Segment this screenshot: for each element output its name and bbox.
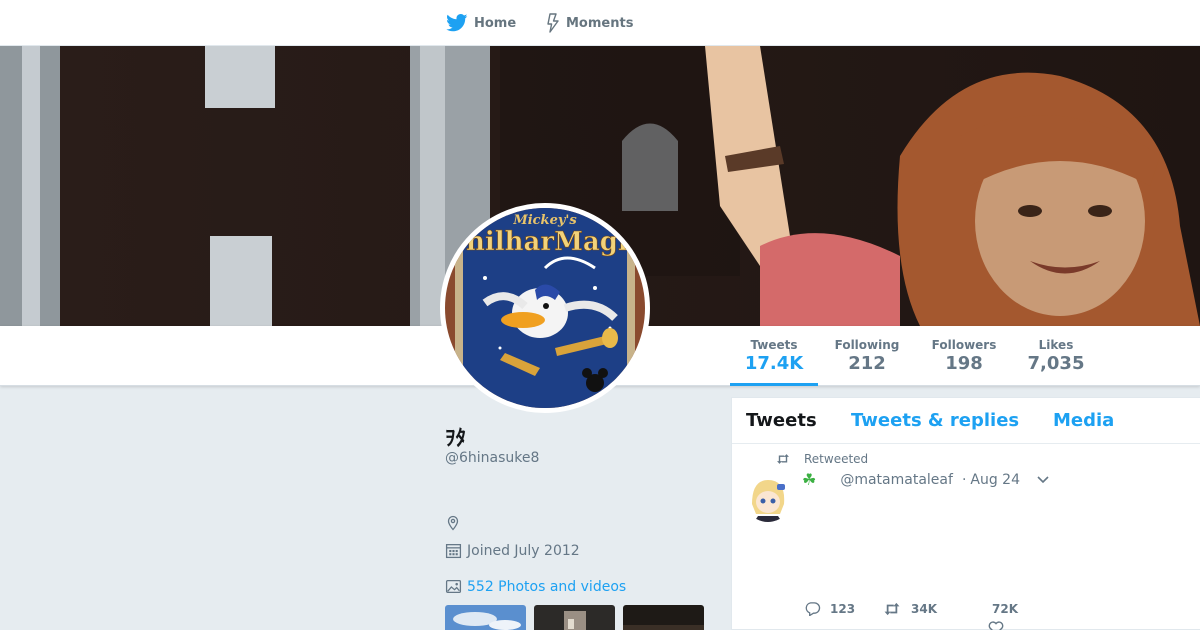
avatar-image: Mickey's PhilharMagic [445, 208, 645, 408]
stat-likes[interactable]: Likes 7,035 [1016, 326, 1096, 386]
reply-button[interactable]: 123 [804, 601, 882, 616]
top-nav: Home Moments [0, 0, 1200, 46]
retweet-button[interactable]: 34K [882, 602, 992, 616]
reply-icon [805, 602, 821, 616]
profile-joined: Joined July 2012 [445, 542, 580, 559]
nav-moments-label: Moments [566, 15, 634, 31]
profile-handle: @6hinasuke8 [445, 450, 540, 466]
photo-thumbnail[interactable] [534, 605, 615, 630]
tweet-timestamp[interactable]: Aug 24 [970, 472, 1020, 488]
tab-tweets-and-replies[interactable]: Tweets & replies [851, 410, 1019, 431]
image-icon [445, 580, 462, 593]
heart-icon[interactable] [988, 621, 1004, 630]
tweet-author-avatar[interactable] [744, 474, 792, 522]
retweet-context: Retweeted [776, 452, 868, 466]
chevron-down-icon[interactable] [1036, 475, 1050, 485]
lightning-icon [547, 13, 559, 33]
stat-tweets[interactable]: Tweets 17.4K [730, 326, 818, 386]
stat-following-value: 212 [848, 353, 886, 374]
retweeted-label: Retweeted [804, 452, 869, 466]
tweet-header: ☘ @matamataleaf · Aug 24 [802, 470, 1192, 489]
photo-thumbnail[interactable] [445, 605, 526, 630]
bird-icon [446, 14, 468, 32]
tweet-separator: · [961, 471, 967, 488]
nav-home[interactable]: Home [446, 0, 516, 46]
calendar-icon [445, 544, 462, 559]
stat-followers-value: 198 [945, 353, 983, 374]
retweet-icon [777, 454, 789, 464]
like-count: 72K [992, 601, 1018, 616]
profile-display-name: ｦﾀ [445, 426, 466, 450]
stat-following-label: Following [834, 338, 900, 352]
joined-label: Joined July 2012 [467, 542, 580, 559]
timeline: Tweets Tweets & replies Media Retweeted … [731, 397, 1200, 630]
photos-videos-label: 552 Photos and videos [467, 578, 627, 595]
photos-videos-link[interactable]: 552 Photos and videos [445, 578, 626, 595]
profile-avatar[interactable]: Mickey's PhilharMagic [440, 203, 650, 413]
avatar-title: PhilharMagic [446, 227, 643, 257]
tweet-author-handle[interactable]: @matamataleaf [840, 472, 953, 488]
timeline-tabs: Tweets Tweets & replies Media [732, 398, 1200, 444]
stat-followers[interactable]: Followers 198 [924, 326, 1004, 386]
nav-home-label: Home [474, 15, 517, 31]
tweet[interactable]: Retweeted ☘ @matamataleaf · Aug 24 123 3… [732, 444, 1200, 630]
like-button[interactable]: 72K [992, 602, 1018, 616]
photo-thumbnails [445, 605, 704, 630]
stat-following[interactable]: Following 212 [826, 326, 908, 386]
stat-tweets-label: Tweets [750, 338, 798, 352]
stat-likes-label: Likes [1038, 338, 1074, 352]
retweet-icon [884, 602, 900, 615]
clover-icon: ☘ [802, 470, 817, 489]
profile-location [445, 515, 466, 531]
location-pin-icon [447, 515, 459, 531]
tab-tweets[interactable]: Tweets [746, 410, 817, 431]
photo-thumbnail[interactable] [623, 605, 704, 630]
stat-likes-value: 7,035 [1027, 353, 1085, 374]
stat-tweets-value: 17.4K [744, 353, 804, 374]
tweet-actions: 123 34K 72K [804, 601, 1018, 616]
nav-moments[interactable]: Moments [546, 0, 633, 46]
reply-count: 123 [830, 601, 856, 616]
avatar-title-small: Mickey's [512, 213, 577, 228]
tab-media[interactable]: Media [1053, 410, 1114, 431]
stat-followers-label: Followers [931, 338, 997, 352]
retweet-count: 34K [911, 601, 937, 616]
